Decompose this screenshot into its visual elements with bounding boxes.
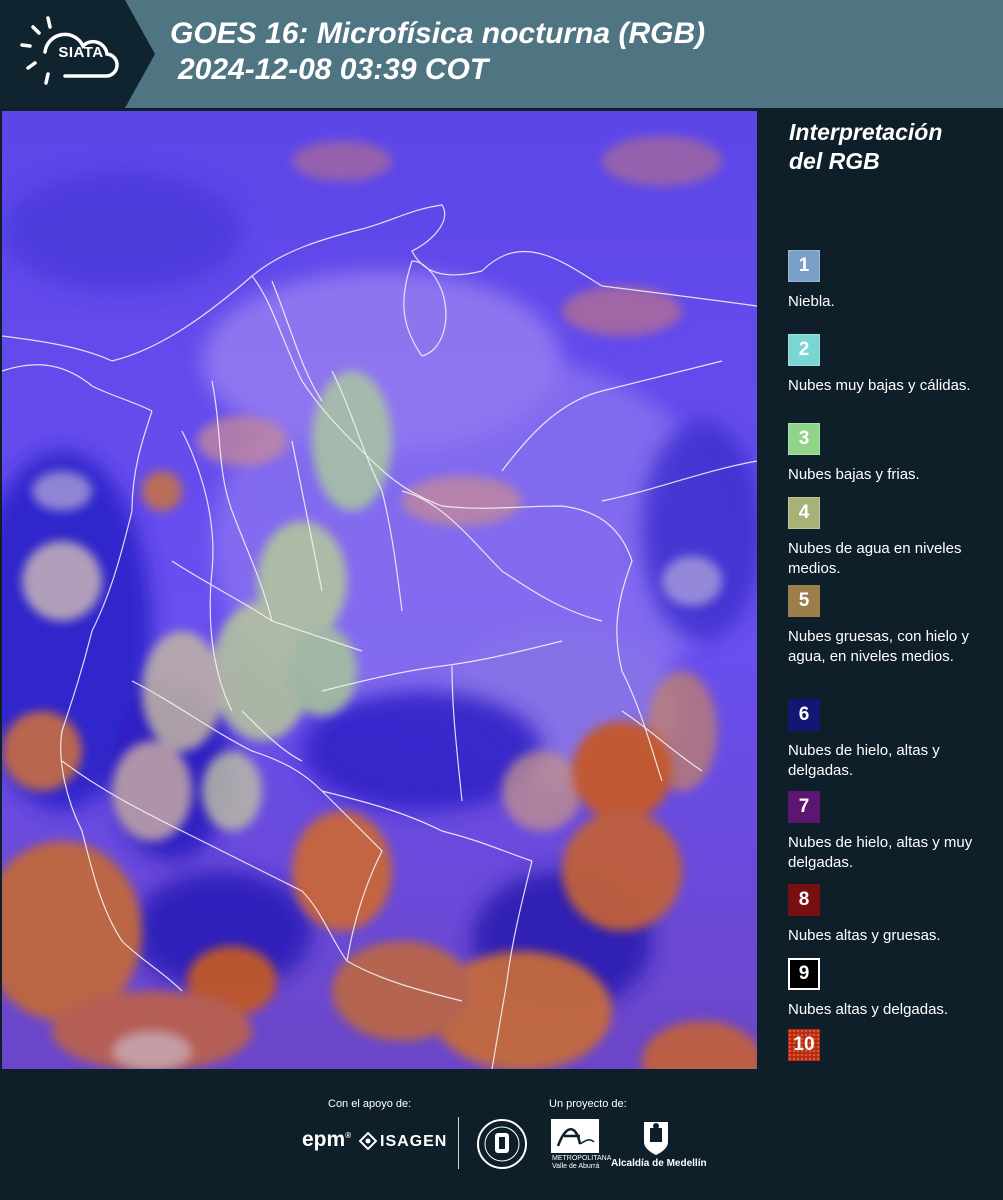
legend-swatch: 4 <box>788 497 820 529</box>
satellite-map <box>2 111 757 1069</box>
area-text-line-2: Valle de Aburrá <box>552 1163 600 1170</box>
epm-text: epm <box>302 1128 346 1151</box>
legend-swatch: 1 <box>788 250 820 282</box>
legend-item: 2 Nubes muy bajas y cálidas. <box>788 334 988 396</box>
legend-title-line-2: del RGB <box>789 148 880 174</box>
area-metropolitana-logo-icon <box>551 1119 599 1153</box>
legend-label: Nubes de agua en niveles medios. <box>788 540 962 577</box>
alcaldia-shield-icon <box>644 1122 668 1155</box>
satellite-rgb-image <box>2 111 757 1069</box>
project-label: Un proyecto de: <box>549 1098 627 1110</box>
logo-text: SIATA <box>58 44 104 61</box>
university-seal-icon <box>477 1119 527 1169</box>
legend-swatch: 8 <box>788 884 820 916</box>
legend-label: Nubes altas y delgadas. <box>788 1001 949 1018</box>
footer: Con el apoyo de: Un proyecto de: epm® IS… <box>0 1070 1003 1200</box>
footer-divider <box>458 1117 459 1169</box>
legend-swatch: 5 <box>788 585 820 617</box>
legend-item: 3 Nubes bajas y frias. <box>788 423 988 485</box>
legend-item: 9 Nubes altas y delgadas. <box>788 958 988 1020</box>
legend-label: Nubes altas y gruesas. <box>788 927 941 944</box>
epm-logo: epm® <box>302 1128 352 1151</box>
page-title: GOES 16: Microfísica nocturna (RGB) 2024… <box>170 16 705 88</box>
legend-swatch: 6 <box>788 699 820 731</box>
area-text-line-1: METROPOLITANA <box>552 1155 612 1162</box>
legend-item: 7 Nubes de hielo, altas y muy delgadas. <box>788 791 988 873</box>
title-line-2: 2024-12-08 03:39 COT <box>178 53 489 86</box>
legend-label: Nubes de hielo, altas y muy delgadas. <box>788 834 973 871</box>
legend-title: Interpretación del RGB <box>789 118 995 176</box>
legend-label: Nubes bajas y frias. <box>788 466 920 483</box>
area-metropolitana-text: METROPOLITANA Valle de Aburrá <box>552 1155 611 1171</box>
legend-label: Nubes gruesas, con hielo y agua, en nive… <box>788 628 969 665</box>
legend-item: 6 Nubes de hielo, altas y delgadas. <box>788 699 988 781</box>
legend-swatch: 7 <box>788 791 820 823</box>
legend-item: 5 Nubes gruesas, con hielo y agua, en niv… <box>788 585 988 667</box>
alcaldia-text: Alcaldía de Medellín <box>611 1158 707 1169</box>
legend-swatch: 2 <box>788 334 820 366</box>
legend-item: 1 Niebla. <box>788 250 988 312</box>
legend-title-line-1: Interpretación <box>789 119 943 145</box>
legend-label: Nubes muy bajas y cálidas. <box>788 377 971 394</box>
header-bar: SIATA GOES 16: Microfísica nocturna (RGB… <box>0 0 1003 108</box>
legend-swatch: 9 <box>788 958 820 990</box>
siata-logo: SIATA <box>0 0 155 108</box>
legend-label: Niebla. <box>788 293 835 310</box>
support-label: Con el apoyo de: <box>328 1098 412 1110</box>
title-line-1: GOES 16: Microfísica nocturna (RGB) <box>170 17 706 50</box>
rgb-legend: Interpretación del RGB 1 Niebla. 2 Nubes mu… <box>770 118 995 1109</box>
legend-label: Nubes de hielo, altas y delgadas. <box>788 742 940 779</box>
isagen-icon <box>359 1132 377 1150</box>
legend-item: 8 Nubes altas y gruesas. <box>788 884 988 946</box>
legend-swatch: 3 <box>788 423 820 455</box>
legend-swatch: 10 <box>788 1029 820 1061</box>
isagen-logo: ISAGEN <box>380 1133 448 1150</box>
legend-item: 4 Nubes de agua en niveles medios. <box>788 497 988 579</box>
